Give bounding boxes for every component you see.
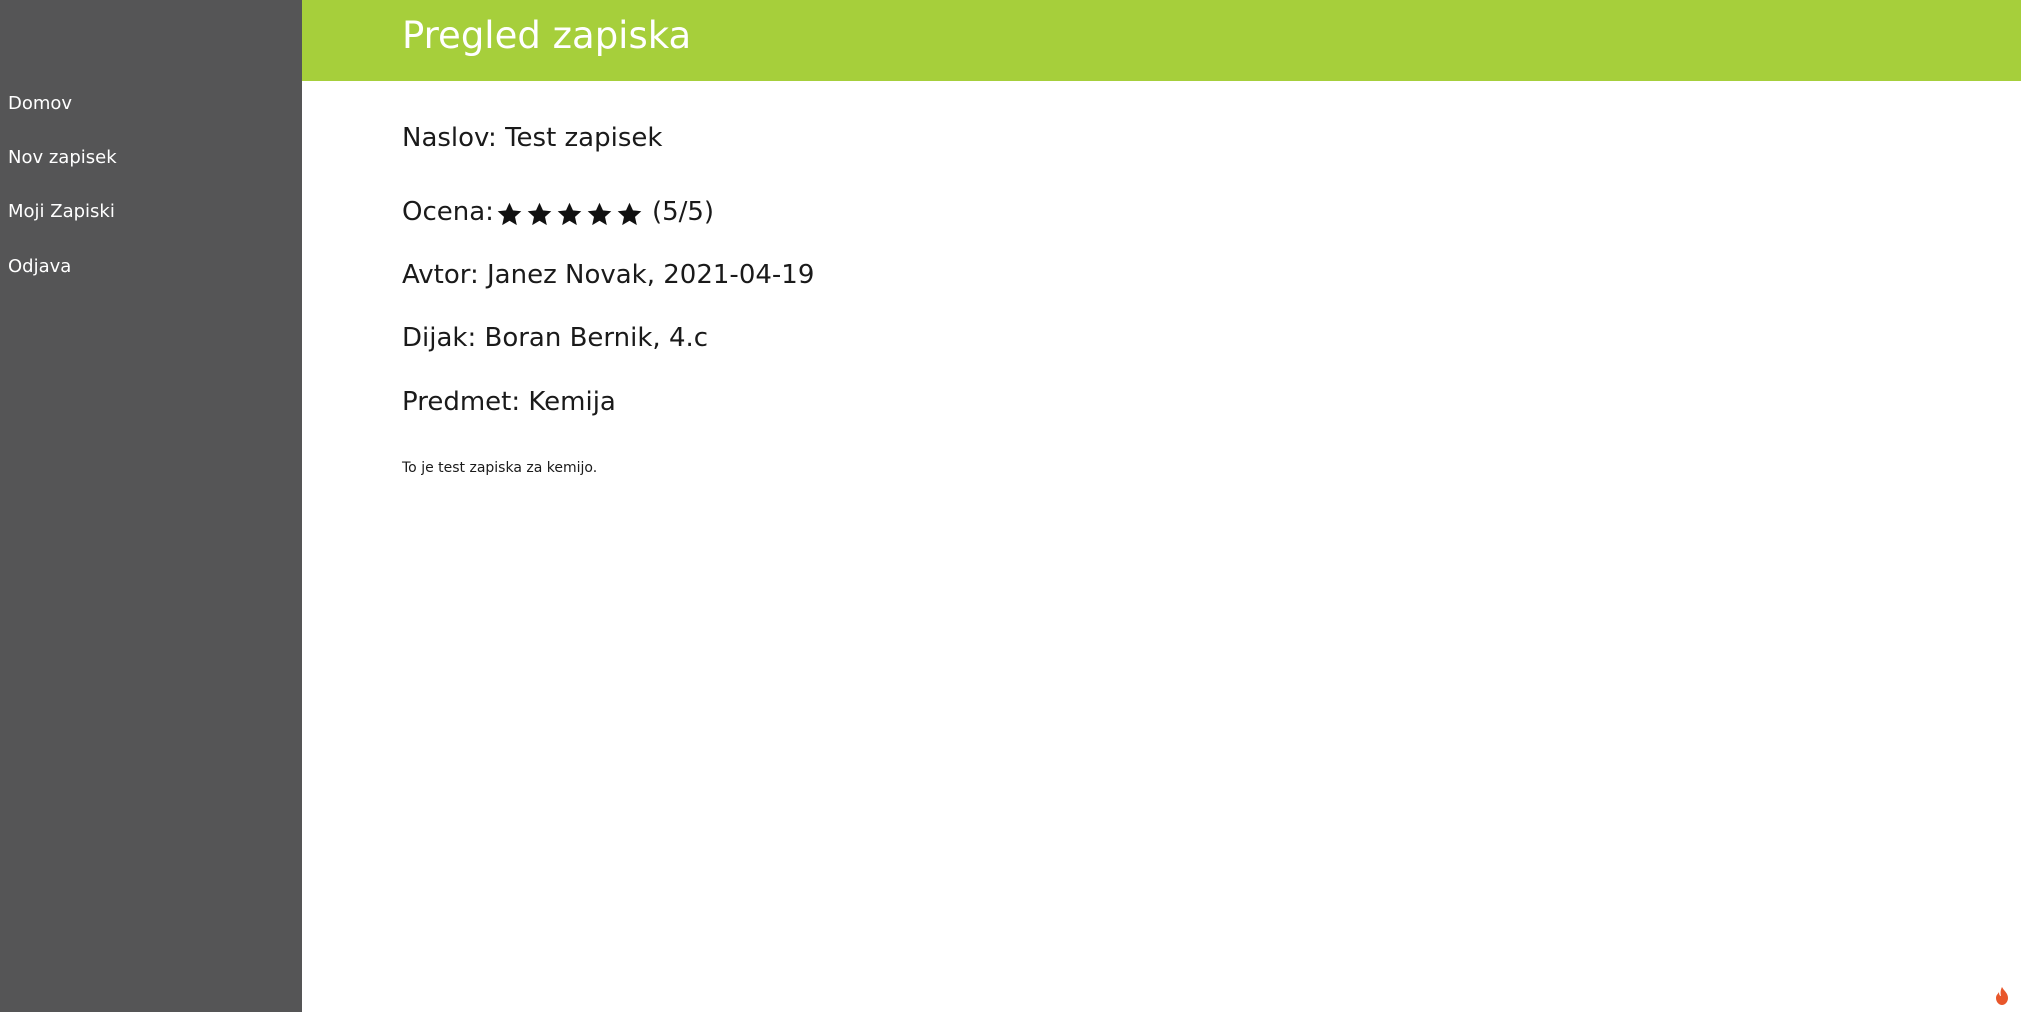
note-rating-text: (5/5) xyxy=(651,197,715,227)
star-icon xyxy=(526,201,553,228)
star-icon xyxy=(586,201,613,228)
note-title-label: Naslov: xyxy=(402,123,497,153)
note-detail: Naslov: Test zapisek Ocena: (5/5) Avtor: … xyxy=(402,0,1962,1012)
note-author-value: Janez Novak, 2021-04-19 xyxy=(487,260,815,290)
note-student-field: Dijak: Boran Bernik, 4.c xyxy=(402,323,708,354)
note-rating-label: Ocena: xyxy=(402,197,494,227)
sidebar-item-odjava[interactable]: Odjava xyxy=(8,256,71,277)
note-title-field: Naslov: Test zapisek xyxy=(402,123,662,154)
note-subject-value: Kemija xyxy=(528,387,616,417)
sidebar-item-moji-zapiski[interactable]: Moji Zapiski xyxy=(8,201,115,222)
sidebar: Domov Nov zapisek Moji Zapiski Odjava xyxy=(0,0,302,1012)
flame-icon xyxy=(1993,986,2011,1006)
star-icon xyxy=(616,201,643,228)
note-student-label: Dijak: xyxy=(402,323,477,353)
note-body: To je test zapiska za kemijo. xyxy=(402,460,598,476)
sidebar-item-domov[interactable]: Domov xyxy=(8,93,72,114)
note-rating-field: Ocena: (5/5) xyxy=(402,197,714,230)
note-author-label: Avtor: xyxy=(402,260,479,290)
note-author-field: Avtor: Janez Novak, 2021-04-19 xyxy=(402,260,814,291)
note-subject-field: Predmet: Kemija xyxy=(402,387,616,418)
note-subject-label: Predmet: xyxy=(402,387,521,417)
star-icon xyxy=(496,201,523,228)
rating-stars xyxy=(496,199,646,230)
sidebar-item-nov-zapisek[interactable]: Nov zapisek xyxy=(8,147,117,168)
note-title-value: Test zapisek xyxy=(505,123,663,153)
note-student-value: Boran Bernik, 4.c xyxy=(484,323,709,353)
star-icon xyxy=(556,201,583,228)
